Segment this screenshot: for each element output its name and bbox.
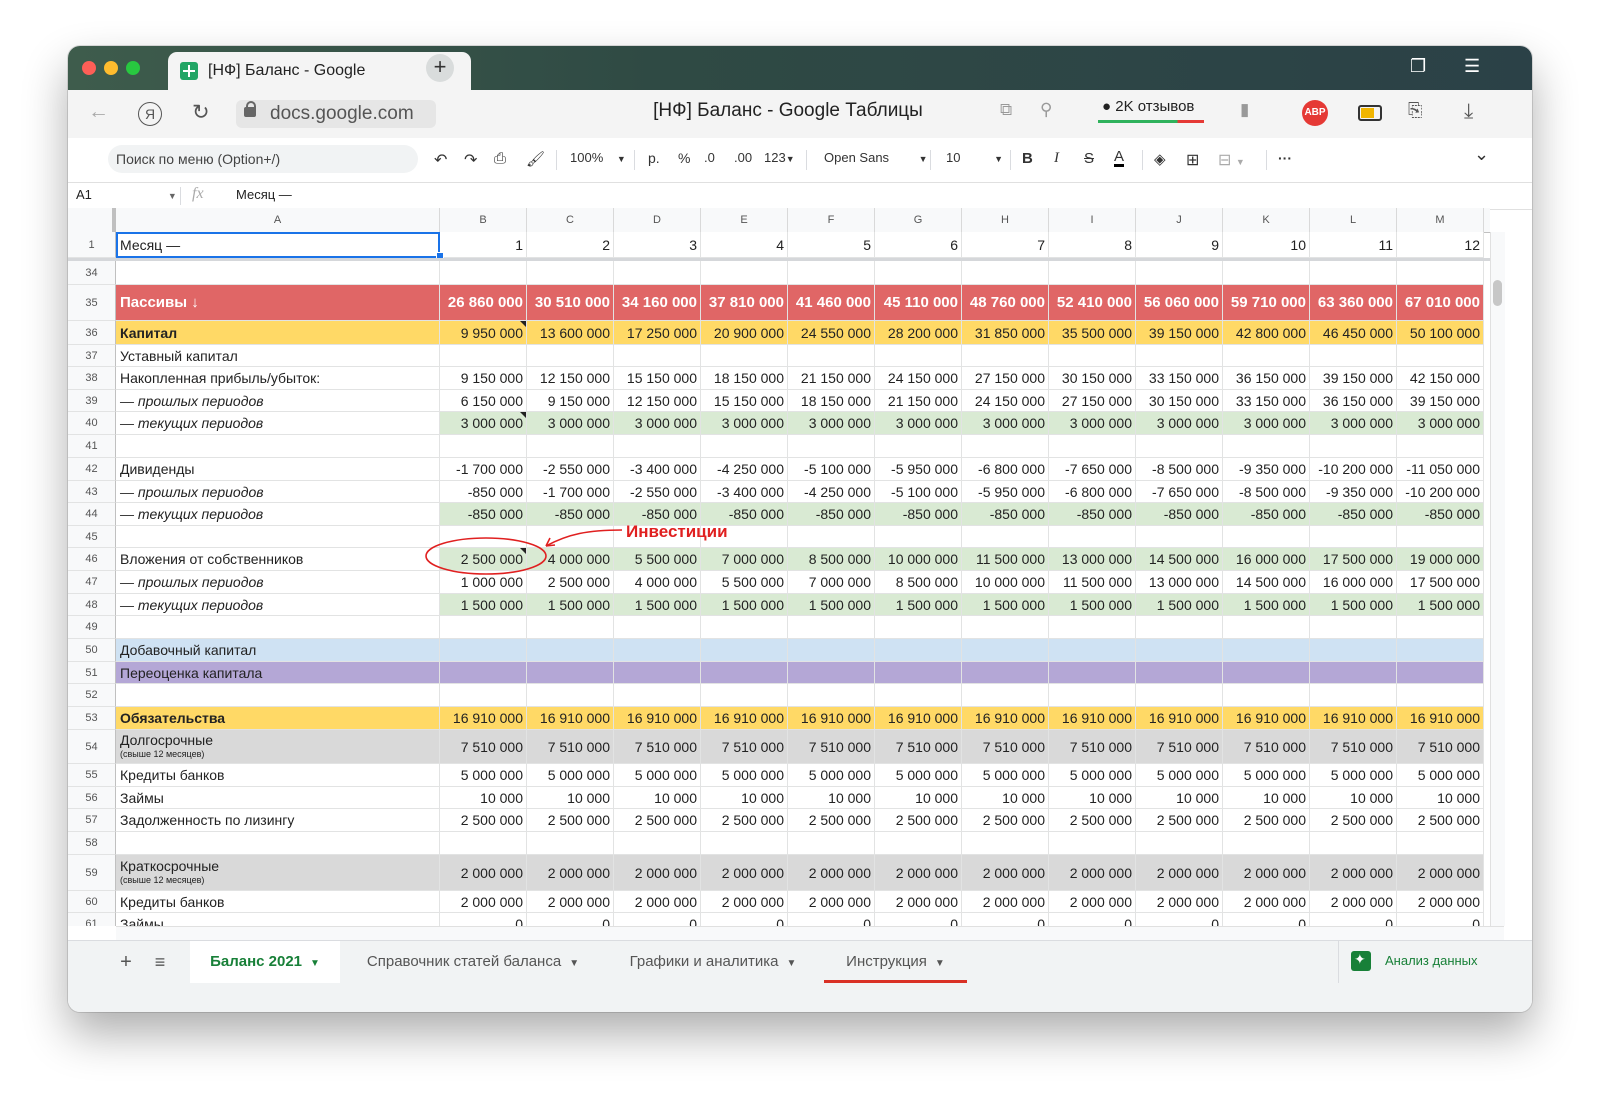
- explore-button[interactable]: Анализ данных: [1338, 941, 1532, 983]
- explore-label: Анализ данных: [1385, 953, 1478, 968]
- chevron-down-icon: ▼: [786, 958, 797, 969]
- tab-balance-2021[interactable]: Баланс 2021 ▼: [190, 941, 340, 983]
- chevron-down-icon: ▼: [569, 958, 580, 969]
- chevron-down-icon: ▼: [934, 958, 945, 969]
- add-sheet-button[interactable]: +: [114, 941, 138, 983]
- tab-reference[interactable]: Справочник статей баланса ▼: [342, 941, 604, 983]
- tab-charts[interactable]: Графики и аналитика ▼: [608, 941, 818, 983]
- tab-color-indicator: [824, 980, 967, 983]
- sheet-tabs-bar: + ≡ Баланс 2021 ▼ Справочник статей балан…: [68, 940, 1532, 1012]
- tab-label: Справочник статей баланса: [366, 953, 562, 970]
- explore-icon: [1351, 951, 1371, 971]
- annotation-circle: [425, 537, 547, 575]
- tab-instructions[interactable]: Инструкция ▼: [824, 941, 967, 983]
- annotation-label: Инвестиции: [626, 522, 728, 541]
- chevron-down-icon: ▼: [310, 958, 320, 969]
- browser-window: [НФ] Баланс - Google × + ❐ ☰ ← Я ↻ docs.…: [68, 46, 1532, 1012]
- all-sheets-button[interactable]: ≡: [148, 941, 172, 983]
- annotation-overlay: [425, 529, 623, 575]
- annotation-arrow: [545, 529, 623, 547]
- tab-label: Графики и аналитика: [629, 953, 779, 970]
- tab-label: Инструкция: [846, 953, 927, 970]
- tab-label: Баланс 2021: [210, 953, 303, 970]
